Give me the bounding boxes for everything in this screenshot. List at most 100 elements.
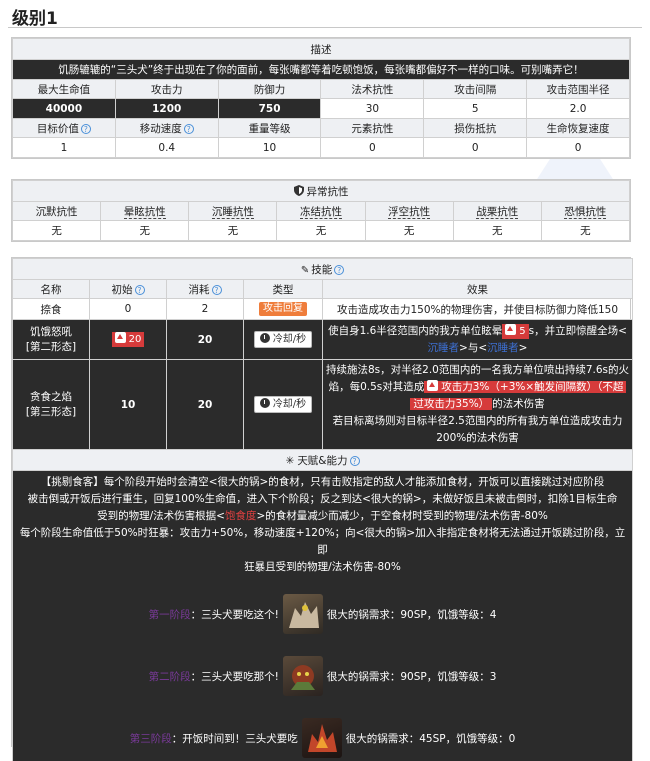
stage-title: 三头犬要吃那个! (201, 670, 279, 683)
satiety-link[interactable]: 饱食度 (225, 510, 257, 522)
stat-value-def: 750 (217, 98, 322, 119)
talent-header: ✳ 天赋&能力? (11, 449, 634, 471)
stat-value-hp: 40000 (12, 98, 116, 119)
skill-col-effect: 效果 (321, 279, 634, 299)
skill1-effect: 攻击造成攻击力150%的物理伤害，并使目标防御力降低150 (321, 298, 634, 320)
stat-label-interval: 攻击间隔 (423, 79, 528, 99)
skill2-type: 冷却/秒 (243, 319, 323, 360)
stat-value-target-value: 1 (12, 137, 116, 158)
resist-label-sleep: 沉睡抗性 (188, 201, 278, 221)
resist-label-stun: 晕眩抗性 (100, 201, 190, 221)
stage-title: 三头犬要吃这个! (201, 608, 279, 621)
stat-value-weight: 10 (217, 137, 322, 158)
sleeper-link[interactable]: 沉睡者 (428, 342, 460, 354)
help-icon[interactable]: ? (183, 123, 194, 134)
skill3-name: 贪食之焰 [第三形态] (12, 359, 90, 450)
skill2-name: 饥饿怒吼 [第二形态] (12, 319, 90, 360)
desc-text: 饥肠辘辘的“三头犬”终于出现在了你的面前，每张嘴都等着吃顿饱饭，每张嘴都偏好不一… (12, 59, 630, 80)
help-icon[interactable]: ? (334, 264, 345, 275)
skill1-type: 攻击回复 (243, 298, 323, 320)
stat-value-atk: 1200 (114, 98, 219, 119)
resist-value-silence: 无 (11, 220, 102, 241)
skill3-init: 10 (89, 359, 167, 450)
skill-col-init: 初始? (89, 279, 167, 299)
cerberus-avatar (282, 656, 323, 696)
shield-icon (293, 184, 304, 196)
stat-label-weight: 重量等级 (217, 118, 322, 138)
stat-value-element-res: 0 (320, 137, 425, 158)
stage-req: 很大的锅需求：90SP，饥饿等级：4 (326, 608, 497, 621)
damage-highlight: 过攻击力35%） (410, 398, 493, 410)
talent-body: 【挑剔食客】每个阶段开始时会清空<很大的锅>的食材，只有击败指定的敌人才能添加食… (11, 470, 634, 761)
stat-value-move-speed: 0.4 (114, 137, 219, 158)
skill1-init: 0 (89, 298, 167, 320)
stat-label-def: 防御力 (217, 79, 322, 99)
skill1-name: 捺食 (12, 298, 90, 320)
damage-highlight: 攻击力3%（+3%×触发间隔数）（不超 (424, 380, 627, 393)
stat-label-move-speed: 移动速度? (114, 118, 219, 138)
wand-icon: ✎ (300, 264, 310, 276)
stage-label[interactable]: 第二阶段 (149, 669, 191, 684)
stage-row: 第三阶段：开饭时间到！三头犬要吃 很大的锅需求：45SP，饥饿等级：0 (14, 707, 632, 761)
up-arrow-icon (505, 323, 517, 335)
star-icon: ✳ (285, 454, 295, 467)
skill-col-type: 类型 (243, 279, 323, 299)
skill2-cost: 20 (166, 319, 244, 360)
stat-label-element-res: 元素抗性 (320, 118, 425, 138)
skill3-cost: 20 (166, 359, 244, 450)
duration-tag: 5 (502, 323, 529, 339)
resist-label-tremble: 战栗抗性 (452, 201, 542, 221)
stat-label-range: 攻击范围半径 (526, 79, 630, 99)
up-arrow-icon (427, 380, 439, 391)
skill2-effect: 使自身1.6半径范围内的我方单位眩晕 5 s，并立即惊醒全场< 沉睡者>与<沉睡者> (321, 319, 634, 360)
stat-value-damage-res: 0 (423, 137, 528, 158)
talent-text: 【挑剔食客】每个阶段开始时会清空<很大的锅>的食材，只有击败指定的敌人才能添加食… (19, 476, 626, 573)
stage-row: 第一阶段：三头犬要吃这个! 很大的锅需求：90SP，饥饿等级：4 (14, 583, 632, 645)
resist-value-tremble: 无 (452, 220, 542, 241)
stat-value-range: 2.0 (526, 98, 630, 119)
skill3-effect: 持续施法8s，对半径2.0范围内的一名我方单位喷出持续7.6s的火 焰，每0.5… (321, 359, 634, 450)
stats-panel: 描述 饥肠辘辘的“三头犬”终于出现在了你的面前，每张嘴都等着吃顿饱饭，每张嘴都偏… (11, 37, 631, 159)
resist-label-silence: 沉默抗性 (11, 201, 102, 221)
resist-value-sleep: 无 (188, 220, 278, 241)
stage-title: 开饭时间到！三头犬要吃 (182, 732, 298, 745)
stat-label-hp: 最大生命值 (12, 79, 116, 99)
stat-label-res: 法术抗性 (320, 79, 425, 99)
help-icon[interactable]: ? (349, 455, 360, 466)
cerberus-avatar (282, 594, 323, 634)
title-divider (8, 27, 642, 28)
stage-row: 第二阶段：三头犬要吃那个! 很大的锅需求：90SP，饥饿等级：3 (14, 645, 632, 707)
resist-label-freeze: 冻结抗性 (276, 201, 366, 221)
init-tag: 20 (111, 332, 145, 347)
type-tag: 冷却/秒 (253, 396, 313, 413)
resist-header: 异常抗性 (12, 180, 630, 202)
desc-header: 描述 (12, 38, 630, 60)
skill1-cost: 2 (166, 298, 244, 320)
type-tag: 冷却/秒 (253, 331, 313, 348)
clock-icon (259, 398, 270, 408)
stat-value-res: 30 (320, 98, 425, 119)
stat-value-interval: 5 (423, 98, 528, 119)
resist-value-freeze: 无 (276, 220, 366, 241)
skills-panel: ✎ 技能? 名称 初始? 消耗? 类型 效果 捺食 0 2 攻击回复 攻击造成攻击… (11, 257, 634, 761)
stat-label-regen: 生命恢复速度 (526, 118, 630, 138)
page-title: 级别1 (12, 9, 58, 29)
cerberus-avatar (301, 718, 342, 758)
resist-label-fear: 恐惧抗性 (540, 201, 631, 221)
sleeper-link[interactable]: 沉睡者 (487, 342, 519, 354)
stat-label-target-value: 目标价值? (12, 118, 116, 138)
stage-req: 很大的锅需求：90SP，饥饿等级：3 (326, 670, 497, 683)
stat-value-regen: 0 (526, 137, 630, 158)
help-icon[interactable]: ? (211, 284, 222, 295)
resist-value-levitate: 无 (364, 220, 454, 241)
resist-value-fear: 无 (540, 220, 631, 241)
help-icon[interactable]: ? (80, 123, 91, 134)
resist-panel: 异常抗性 沉默抗性 晕眩抗性 沉睡抗性 冻结抗性 浮空抗性 战栗抗性 恐惧抗性 … (11, 179, 631, 242)
skill2-init: 20 (89, 319, 167, 360)
help-icon[interactable]: ? (134, 284, 145, 295)
skills-header: ✎ 技能? (11, 258, 634, 280)
skill3-type: 冷却/秒 (243, 359, 323, 450)
stage-label[interactable]: 第一阶段 (149, 607, 191, 622)
up-arrow-icon (114, 332, 126, 343)
stage-label[interactable]: 第三阶段 (130, 731, 172, 746)
